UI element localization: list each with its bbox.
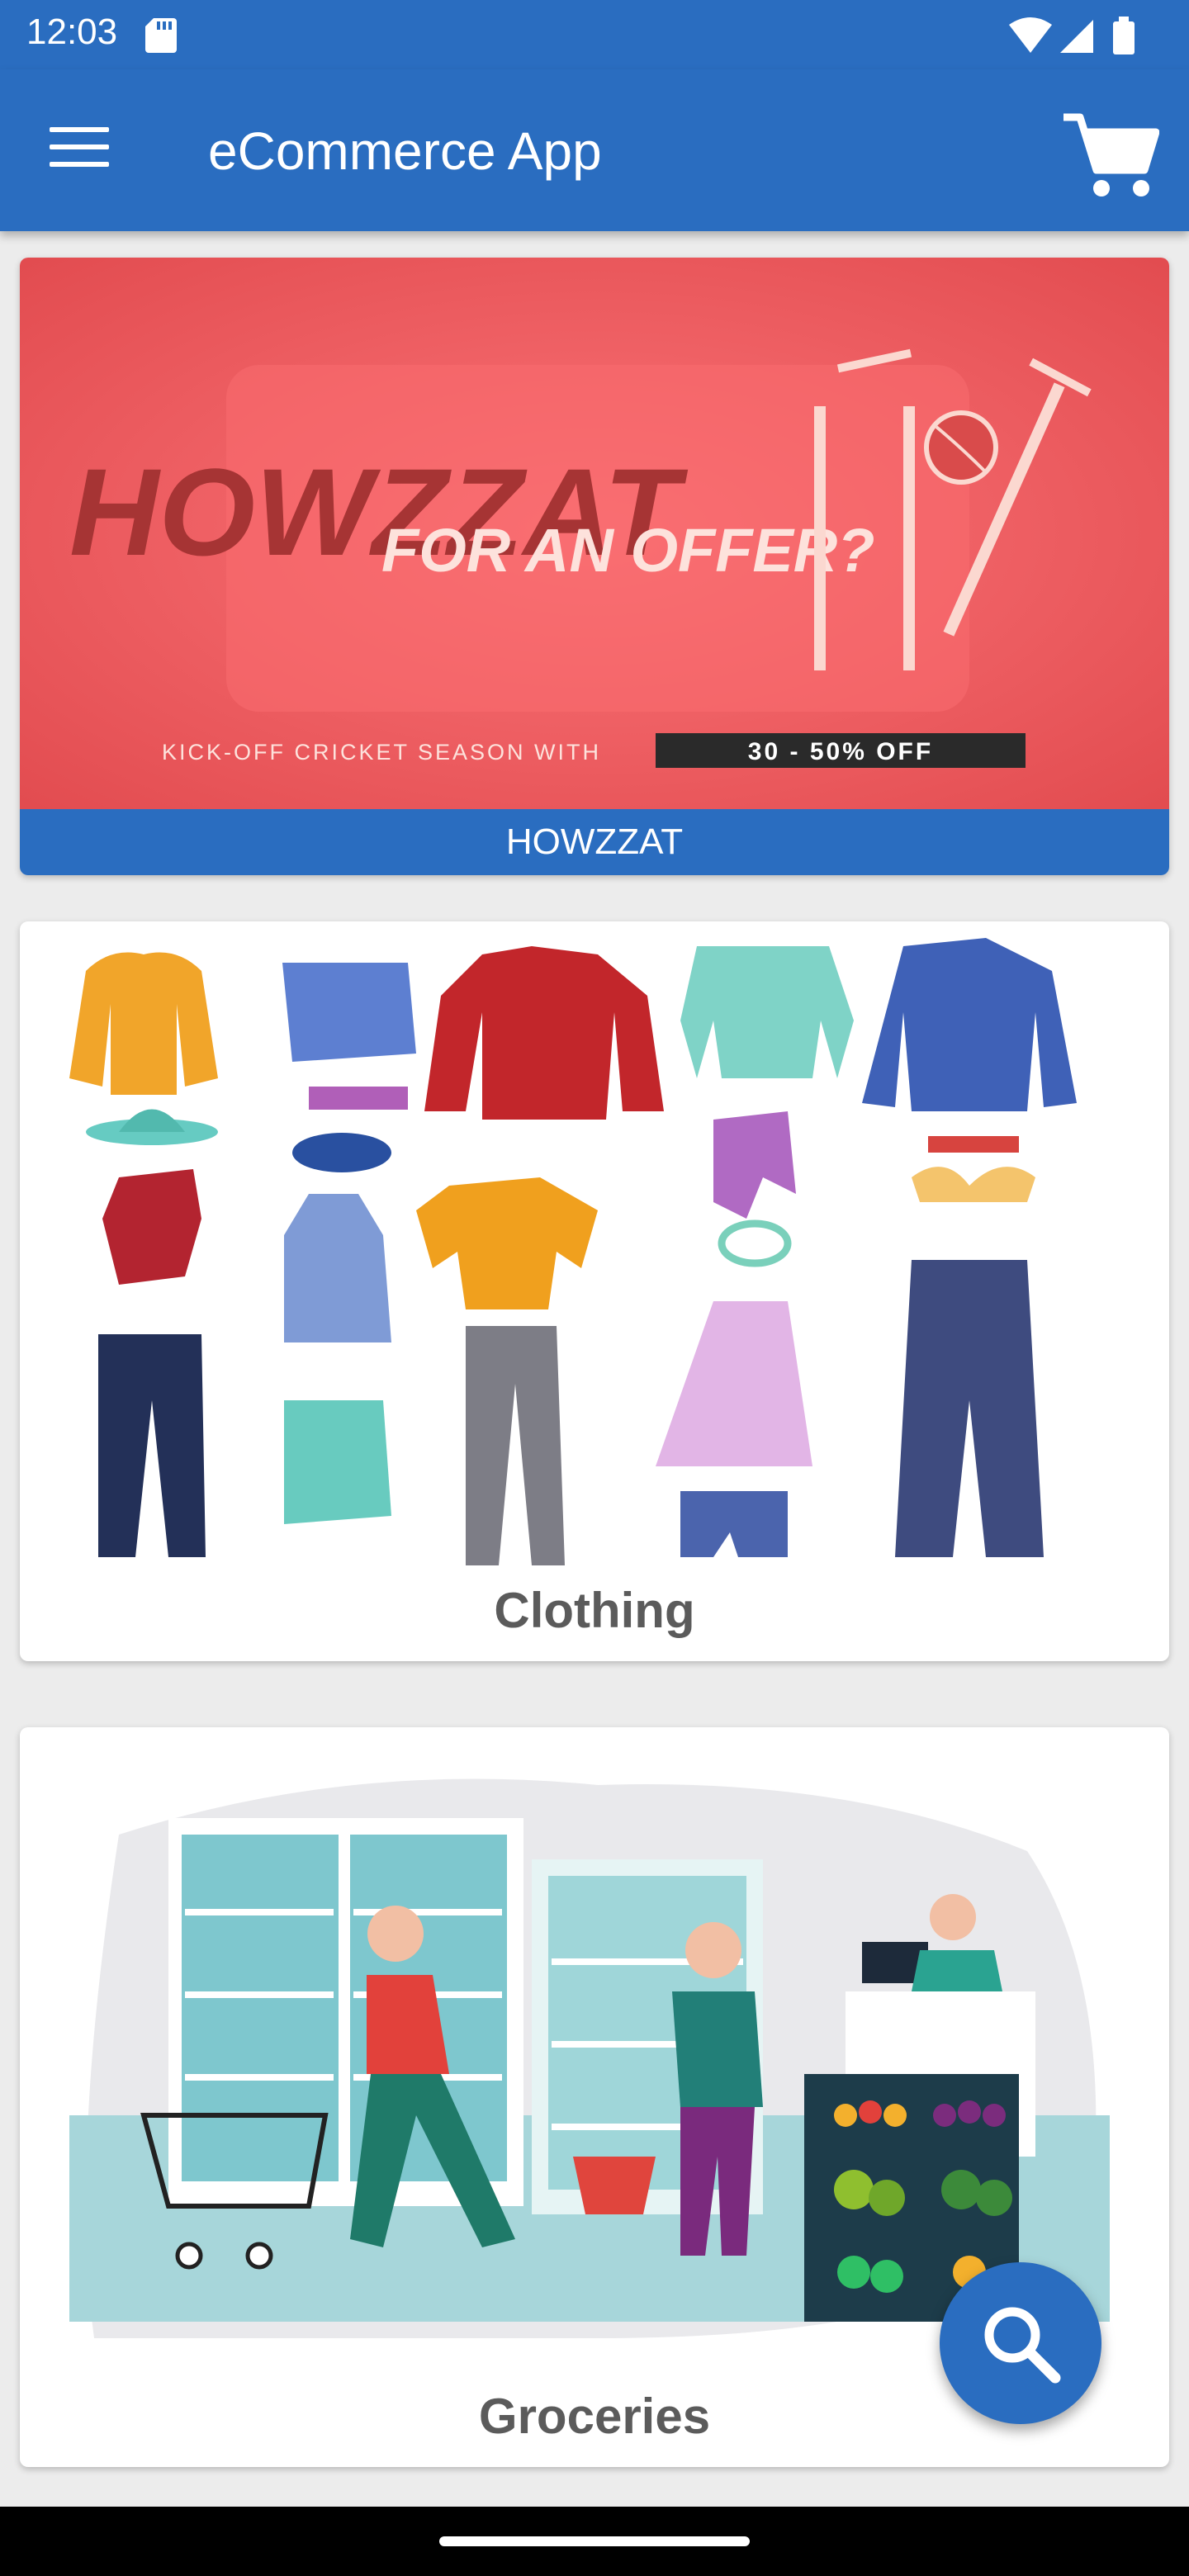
banner-offer: 30 - 50% OFF — [748, 738, 933, 765]
search-fab[interactable] — [940, 2262, 1101, 2424]
search-icon — [984, 2307, 1061, 2384]
signal-icon — [1060, 20, 1093, 53]
home-gesture-handle[interactable] — [439, 2536, 750, 2546]
category-card-clothing[interactable]: Clothing — [20, 921, 1169, 1661]
hamburger-menu-icon[interactable] — [50, 127, 109, 173]
status-time: 12:03 — [26, 12, 118, 52]
system-navigation-bar — [0, 2507, 1189, 2576]
banner-caption: HOWZZAT — [20, 809, 1169, 875]
app-title: eCommerce App — [208, 121, 602, 181]
offer-banner-image: HOWZZAT FOR AN OFFER? KICK-OFF CRICKET S… — [20, 258, 1169, 809]
app-bar: eCommerce App — [0, 69, 1189, 231]
offer-banner-card[interactable]: HOWZZAT FOR AN OFFER? KICK-OFF CRICKET S… — [20, 258, 1169, 875]
banner-tagline: KICK-OFF CRICKET SEASON WITH — [162, 740, 601, 765]
wifi-icon — [1009, 17, 1052, 53]
cricket-ball-icon — [924, 410, 998, 485]
shopping-cart-icon[interactable] — [1060, 106, 1159, 205]
status-bar: 12:03 — [0, 0, 1189, 69]
battery-icon — [1113, 17, 1135, 54]
banner-subheadline: FOR AN OFFER? — [381, 516, 874, 585]
status-icons — [1009, 17, 1135, 54]
clothing-illustration — [69, 938, 1077, 1565]
category-label-clothing: Clothing — [494, 1583, 695, 1638]
sd-card-icon — [145, 18, 177, 53]
